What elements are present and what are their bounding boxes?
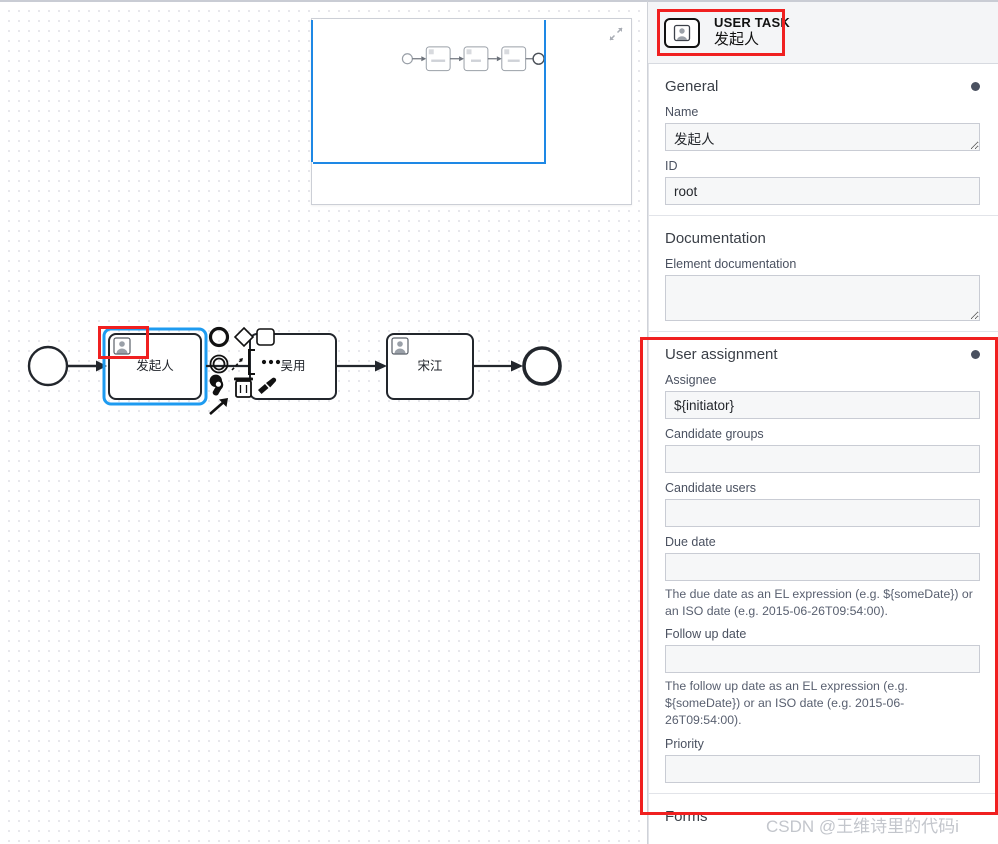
more-options-icon[interactable] (261, 359, 281, 365)
element-documentation-input[interactable] (665, 275, 980, 321)
section-title-documentation: Documentation (665, 230, 766, 247)
diagram-canvas[interactable]: 发起人 吴用 宋江 (0, 0, 648, 844)
connect-icon[interactable] (231, 357, 244, 371)
follow-up-date-label: Follow up date (665, 627, 747, 642)
task-label-1: 发起人 (136, 358, 174, 373)
assignee-input[interactable] (665, 391, 980, 419)
watermark: CSDN @王维诗里的代码i (766, 817, 959, 836)
section-user-assignment: User assignment Assignee Candidate group… (649, 332, 998, 794)
change-type-wrench-icon[interactable] (209, 374, 224, 396)
section-status-dot (971, 82, 980, 91)
assignee-label: Assignee (665, 373, 717, 387)
name-input[interactable] (665, 123, 980, 151)
section-title-general: General (665, 78, 719, 95)
section-documentation: Documentation Element documentation (649, 216, 998, 332)
id-input[interactable] (665, 177, 980, 205)
candidate-groups-label: Candidate groups (665, 427, 764, 441)
priority-label: Priority (665, 736, 704, 751)
due-date-label: Due date (665, 535, 716, 549)
follow-up-date-input[interactable] (665, 645, 980, 674)
priority-input[interactable] (665, 754, 980, 783)
candidate-users-label: Candidate users (665, 481, 757, 495)
section-title-forms: Forms (665, 807, 708, 825)
name-label: Name (665, 105, 699, 119)
bpmn-diagram[interactable]: 发起人 吴用 宋江 (0, 2, 648, 844)
properties-panel: USER TASK 发起人 General Name ID Documentat… (648, 0, 998, 844)
element-type-label: USER TASK (714, 15, 790, 31)
append-task-icon[interactable] (256, 328, 275, 346)
due-date-input[interactable] (665, 553, 980, 581)
delete-icon[interactable] (234, 377, 253, 398)
connect-arrow-icon[interactable] (209, 398, 228, 415)
task-label-3: 宋江 (417, 358, 442, 373)
candidate-users-input[interactable] (665, 499, 980, 527)
append-end-event-icon[interactable] (208, 326, 230, 348)
section-general: General Name ID (649, 64, 998, 216)
section-status-dot (971, 350, 980, 359)
section-title-user-assignment: User assignment (665, 346, 778, 363)
bpmn-modeler: 发起人 吴用 宋江 USER TASK 发起人 General Name 发起人… (0, 0, 998, 844)
element-name-label: 发起人 (714, 31, 760, 49)
end-event[interactable] (522, 346, 562, 386)
due-date-hint: The due date as an EL expression (e.g. $… (665, 587, 973, 618)
start-event[interactable] (27, 345, 69, 387)
follow-up-date-hint: The follow up date as an EL expression (… (665, 679, 908, 727)
user-task-icon (664, 17, 700, 48)
properties-panel-header: USER TASK 发起人 (648, 0, 998, 64)
id-label: ID (665, 159, 678, 173)
element-documentation-label: Element documentation (665, 257, 797, 271)
candidate-groups-input[interactable] (665, 445, 980, 473)
task-label-2: 吴用 (280, 359, 305, 373)
append-intermediate-event-icon-inner (212, 357, 226, 371)
properties-panel-body[interactable]: General Name ID Documentation Element do… (648, 64, 998, 844)
